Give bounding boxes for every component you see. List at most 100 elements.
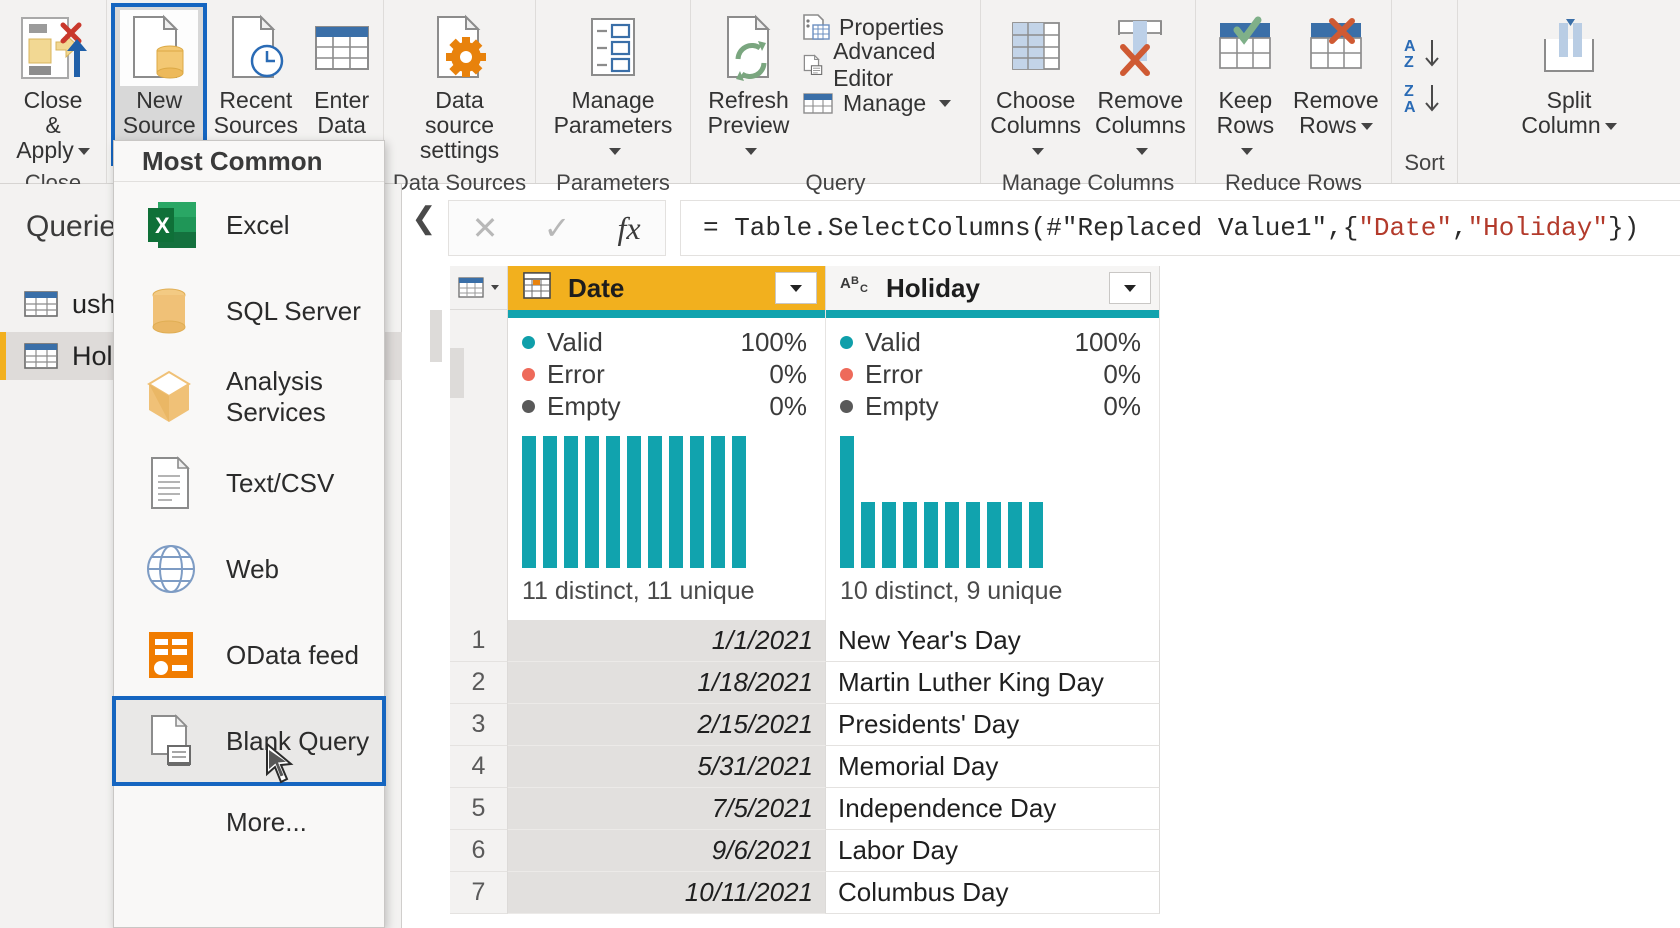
chevron-down-icon[interactable] xyxy=(609,148,621,156)
cell-holiday[interactable]: Labor Day xyxy=(826,830,1160,872)
menu-item-sql-server[interactable]: SQL Server xyxy=(114,268,384,354)
enter-data-button[interactable]: Enter Data xyxy=(308,6,376,138)
quality-label: Valid xyxy=(547,326,603,357)
quality-value: 0% xyxy=(1103,358,1141,389)
row-number[interactable]: 6 xyxy=(450,830,508,872)
cell-holiday[interactable]: Memorial Day xyxy=(826,746,1160,788)
pane-splitter-handle[interactable] xyxy=(430,310,442,362)
value-distribution-histogram-holiday[interactable] xyxy=(840,428,1130,568)
chevron-down-icon[interactable] xyxy=(1031,148,1044,156)
cell-date[interactable]: 9/6/2021 xyxy=(508,830,826,872)
ribbon-group-reduce-rows: Keep Rows Remove Rows Reduce Rows xyxy=(1196,0,1392,195)
chevron-down-icon[interactable] xyxy=(1136,148,1149,156)
row-number[interactable]: 5 xyxy=(450,788,508,830)
manage-parameters-button[interactable]: Manage Parameters xyxy=(544,6,682,163)
data-preview-grid: Date A B C Holiday Valid 100% Error 0% E… xyxy=(450,266,1680,928)
sort-ascending-button[interactable]: A Z xyxy=(1402,36,1448,77)
table-row[interactable]: 6 9/6/2021 Labor Day xyxy=(450,830,1680,872)
chevron-down-icon[interactable] xyxy=(77,148,90,156)
quality-label: Error xyxy=(547,358,605,389)
sort-az-icon: A Z xyxy=(1404,38,1439,71)
cell-holiday[interactable]: Presidents' Day xyxy=(826,704,1160,746)
cell-date[interactable]: 7/5/2021 xyxy=(508,788,826,830)
column-header-holiday[interactable]: A B C Holiday xyxy=(826,266,1160,310)
scrollbar-thumb[interactable] xyxy=(450,348,464,398)
chevron-down-icon[interactable] xyxy=(1241,148,1254,156)
properties-icon xyxy=(803,14,830,40)
histogram-bar xyxy=(861,502,875,568)
cell-holiday[interactable]: New Year's Day xyxy=(826,620,1160,662)
error-dot-icon xyxy=(840,367,853,381)
new-source-dropdown-menu: Most Common X Excel SQL Server Analysis … xyxy=(112,140,386,928)
quality-value: 0% xyxy=(769,358,807,389)
row-number[interactable]: 3 xyxy=(450,704,508,746)
advanced-editor-button[interactable]: Advanced Editor xyxy=(796,38,972,91)
menu-item-excel[interactable]: X Excel xyxy=(114,182,384,268)
quality-value: 0% xyxy=(769,390,807,421)
accept-formula-icon[interactable]: ✓ xyxy=(524,209,590,247)
chevron-down-icon[interactable] xyxy=(1604,123,1617,131)
histogram-bar xyxy=(966,502,980,568)
choose-columns-button[interactable]: Choose Columns xyxy=(984,6,1087,163)
row-number[interactable]: 4 xyxy=(450,746,508,788)
formula-segment: , xyxy=(1451,213,1468,243)
row-number[interactable]: 2 xyxy=(450,662,508,704)
cancel-formula-icon[interactable]: ✕ xyxy=(452,209,518,247)
table-row[interactable]: 4 5/31/2021 Memorial Day xyxy=(450,746,1680,788)
cell-date[interactable]: 2/15/2021 xyxy=(508,704,826,746)
histogram-bar xyxy=(543,436,557,568)
table-row[interactable]: 2 1/18/2021 Martin Luther King Day xyxy=(450,662,1680,704)
histogram-bar xyxy=(648,436,662,568)
table-row[interactable]: 3 2/15/2021 Presidents' Day xyxy=(450,704,1680,746)
close-and-apply-button[interactable]: Close & Apply xyxy=(8,6,98,163)
empty-dot-icon xyxy=(840,399,853,413)
manage-button[interactable]: Manage xyxy=(796,84,972,122)
quality-line-empty: Empty 0% xyxy=(522,390,807,422)
cell-holiday[interactable]: Martin Luther King Day xyxy=(826,662,1160,704)
column-header-date[interactable]: Date xyxy=(508,266,826,310)
cell-holiday[interactable]: Columbus Day xyxy=(826,872,1160,914)
table-row[interactable]: 7 10/11/2021 Columbus Day xyxy=(450,872,1680,914)
row-number[interactable]: 1 xyxy=(450,620,508,662)
cell-date[interactable]: 5/31/2021 xyxy=(508,746,826,788)
select-all-columns-button[interactable] xyxy=(450,266,508,310)
menu-item-web[interactable]: Web xyxy=(114,526,384,612)
menu-item-analysis-services[interactable]: Analysis Services xyxy=(114,354,384,440)
formula-input[interactable]: = Table.SelectColumns(# "Replaced Value1"… xyxy=(680,200,1680,256)
table-row[interactable]: 1 1/1/2021 New Year's Day xyxy=(450,620,1680,662)
cell-holiday[interactable]: Independence Day xyxy=(826,788,1160,830)
row-number[interactable]: 7 xyxy=(450,872,508,914)
histogram-bar xyxy=(606,436,620,568)
column-filter-holiday-button[interactable] xyxy=(1109,272,1151,304)
grid-vertical-scrollbar[interactable] xyxy=(450,310,508,620)
enter-data-label: Enter Data xyxy=(314,87,370,138)
remove-rows-button[interactable]: Remove Rows xyxy=(1289,6,1383,138)
chevron-down-icon[interactable] xyxy=(939,99,952,107)
menu-item-label: More... xyxy=(226,806,307,837)
sort-descending-button[interactable]: Z A xyxy=(1402,81,1448,122)
chevron-down-icon[interactable] xyxy=(1360,123,1373,131)
column-filter-date-button[interactable] xyxy=(775,272,817,304)
table-row[interactable]: 5 7/5/2021 Independence Day xyxy=(450,788,1680,830)
cell-date[interactable]: 10/11/2021 xyxy=(508,872,826,914)
keep-rows-button[interactable]: Keep Rows xyxy=(1204,6,1287,163)
manage-table-icon xyxy=(803,93,833,114)
chevron-down-icon[interactable] xyxy=(744,148,757,156)
menu-item-blank-query[interactable]: Blank Query xyxy=(112,696,386,786)
collapse-queries-pane-chevron-left-icon[interactable]: ❮ xyxy=(404,196,444,240)
fx-insert-step-icon[interactable]: fx xyxy=(596,210,662,247)
menu-item-odata-feed[interactable]: OData feed xyxy=(114,612,384,698)
refresh-preview-button[interactable]: Refresh Preview xyxy=(703,6,794,163)
value-distribution-histogram-date[interactable] xyxy=(522,428,812,568)
chevron-down-icon[interactable] xyxy=(491,285,499,290)
remove-columns-button[interactable]: Remove Columns xyxy=(1089,6,1192,163)
data-source-settings-button[interactable]: Data source settings xyxy=(392,6,527,163)
menu-item-label: Blank Query xyxy=(226,725,370,756)
table-icon xyxy=(24,343,58,369)
cell-date[interactable]: 1/1/2021 xyxy=(508,620,826,662)
split-column-button[interactable]: Split Column xyxy=(1515,6,1622,138)
cell-date[interactable]: 1/18/2021 xyxy=(508,662,826,704)
menu-item-text-csv[interactable]: Text/CSV xyxy=(114,440,384,526)
group-label-transform xyxy=(1458,143,1680,183)
menu-item-more[interactable]: More... xyxy=(114,784,384,860)
